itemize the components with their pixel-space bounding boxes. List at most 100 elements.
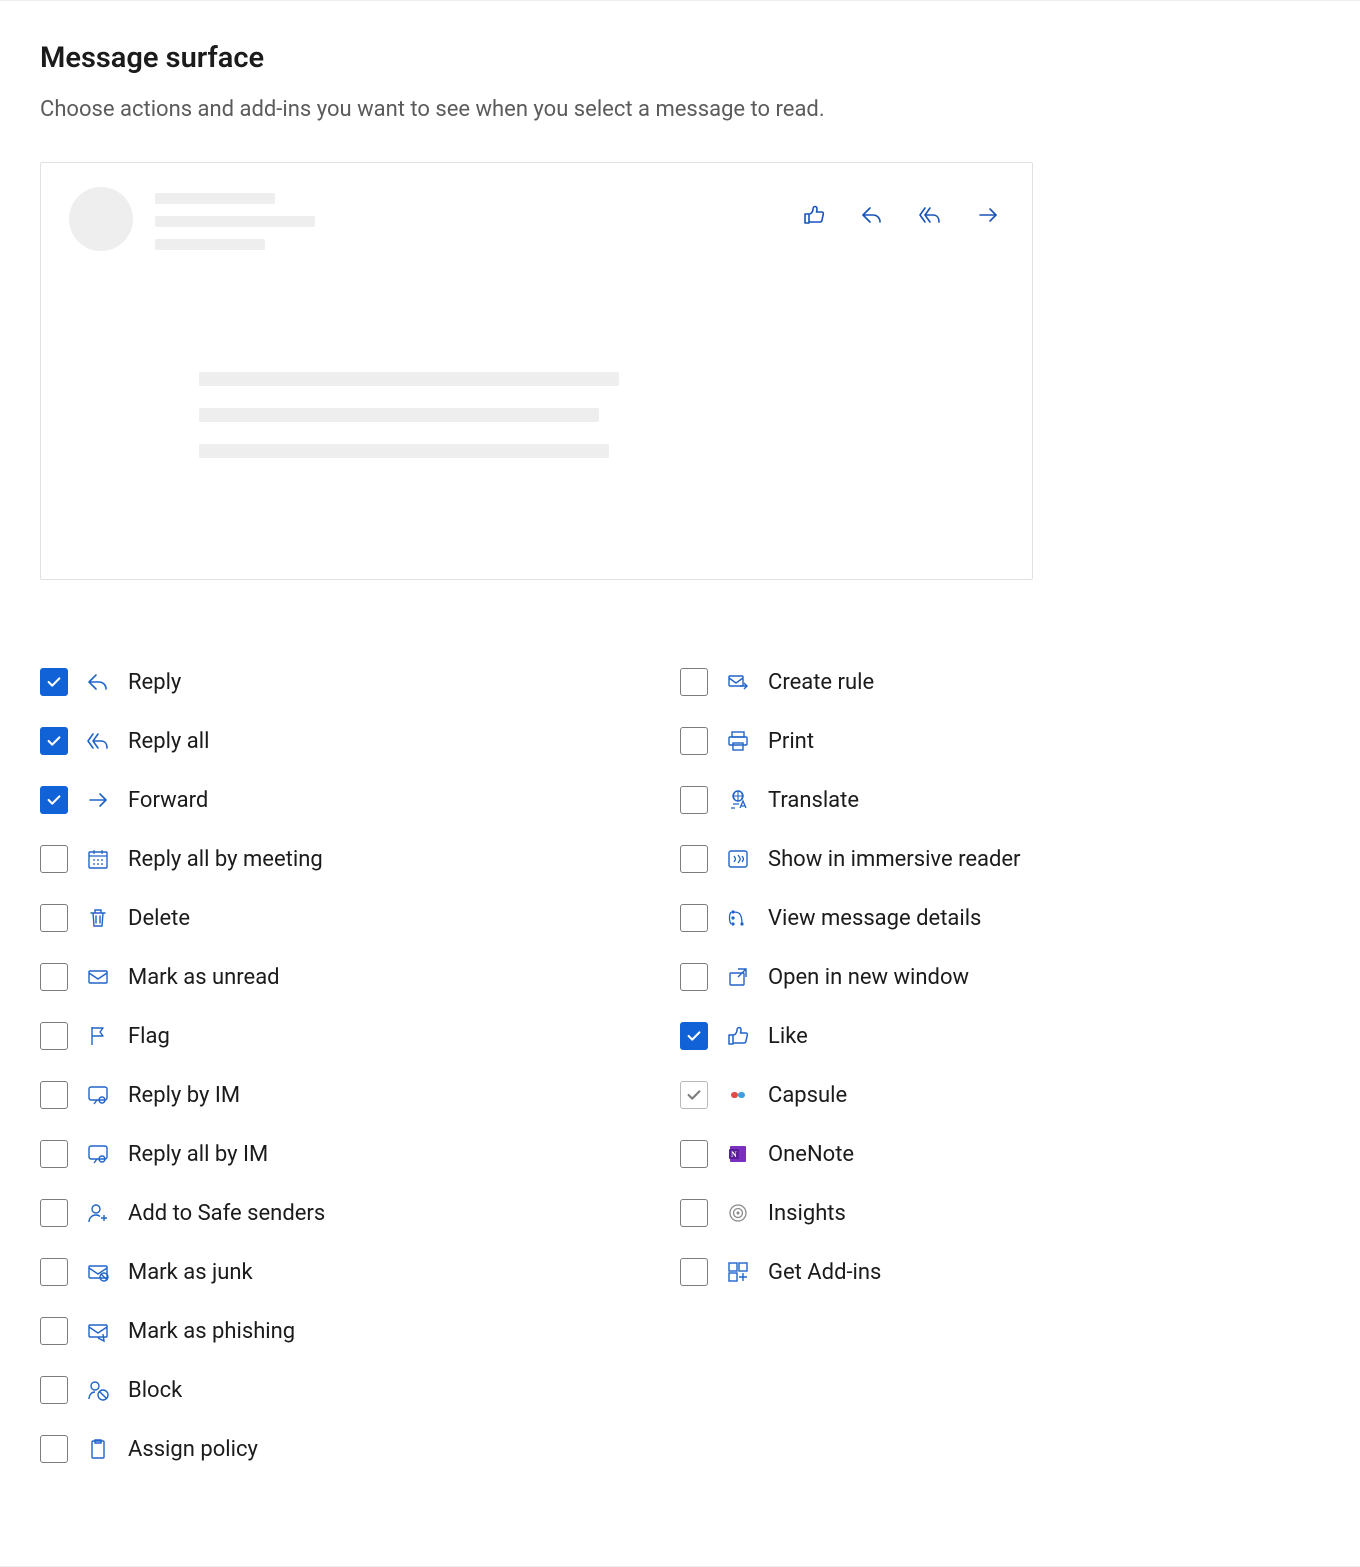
action-reply-im: Reply by IM — [40, 1073, 680, 1117]
checkbox-assign-policy[interactable] — [40, 1435, 68, 1463]
reply-all-icon — [918, 203, 942, 231]
label: Show in immersive reader — [768, 847, 1020, 872]
label: OneNote — [768, 1142, 854, 1167]
checkbox-capsule[interactable] — [680, 1081, 708, 1109]
label: Flag — [128, 1024, 170, 1049]
label: Like — [768, 1024, 808, 1049]
details-icon — [724, 904, 752, 932]
header-lines — [155, 193, 315, 262]
rule-icon — [724, 668, 752, 696]
checkbox-translate[interactable] — [680, 786, 708, 814]
checkbox-mark-unread[interactable] — [40, 963, 68, 991]
action-safe-senders: Add to Safe senders — [40, 1191, 680, 1235]
onenote-icon — [724, 1140, 752, 1168]
action-immersive-reader: Show in immersive reader — [680, 837, 1320, 881]
action-print: Print — [680, 719, 1320, 763]
checkbox-block[interactable] — [40, 1376, 68, 1404]
insights-icon — [724, 1199, 752, 1227]
checkbox-safe-senders[interactable] — [40, 1199, 68, 1227]
label: View message details — [768, 906, 981, 931]
checkbox-reply-all-meeting[interactable] — [40, 845, 68, 873]
label: Mark as phishing — [128, 1319, 295, 1344]
action-mark-junk: Mark as junk — [40, 1250, 680, 1294]
action-flag: Flag — [40, 1014, 680, 1058]
label: Mark as unread — [128, 965, 280, 990]
checkbox-mark-phishing[interactable] — [40, 1317, 68, 1345]
junk-icon — [84, 1258, 112, 1286]
action-like: Like — [680, 1014, 1320, 1058]
block-icon — [84, 1376, 112, 1404]
addins-icon — [724, 1258, 752, 1286]
checkbox-delete[interactable] — [40, 904, 68, 932]
checkbox-reply-im[interactable] — [40, 1081, 68, 1109]
capsule-icon — [724, 1081, 752, 1109]
checkbox-print[interactable] — [680, 727, 708, 755]
checkbox-mark-junk[interactable] — [40, 1258, 68, 1286]
phishing-icon — [84, 1317, 112, 1345]
message-preview-card — [40, 162, 1033, 580]
right-column: Create rule Print Translate Show in imme… — [680, 660, 1320, 1486]
label: Mark as junk — [128, 1260, 253, 1285]
reply-icon — [84, 668, 112, 696]
action-mark-unread: Mark as unread — [40, 955, 680, 999]
body-lines — [199, 372, 1004, 458]
label: Create rule — [768, 670, 874, 695]
checkbox-reply-all[interactable] — [40, 727, 68, 755]
action-insights: Insights — [680, 1191, 1320, 1235]
label: Get Add-ins — [768, 1260, 881, 1285]
forward-icon — [84, 786, 112, 814]
label: Forward — [128, 788, 208, 813]
label: Translate — [768, 788, 859, 813]
reader-icon — [724, 845, 752, 873]
action-delete: Delete — [40, 896, 680, 940]
person-plus-icon — [84, 1199, 112, 1227]
label: Block — [128, 1378, 182, 1403]
checkbox-flag[interactable] — [40, 1022, 68, 1050]
flag-icon — [84, 1022, 112, 1050]
section-description: Choose actions and add-ins you want to s… — [40, 97, 1320, 122]
section-heading: Message surface — [40, 41, 1320, 75]
checkbox-create-rule[interactable] — [680, 668, 708, 696]
action-assign-policy: Assign policy — [40, 1427, 680, 1471]
action-onenote: OneNote — [680, 1132, 1320, 1176]
action-reply-all-im: Reply all by IM — [40, 1132, 680, 1176]
action-create-rule: Create rule — [680, 660, 1320, 704]
mail-icon — [84, 963, 112, 991]
action-forward: Forward — [40, 778, 680, 822]
label: Open in new window — [768, 965, 969, 990]
label: Reply all by meeting — [128, 847, 323, 872]
avatar-placeholder — [69, 187, 133, 251]
action-reply: Reply — [40, 660, 680, 704]
action-get-addins: Get Add-ins — [680, 1250, 1320, 1294]
like-icon — [802, 203, 826, 231]
new-window-icon — [724, 963, 752, 991]
checkbox-onenote[interactable] — [680, 1140, 708, 1168]
im-icon — [84, 1081, 112, 1109]
checkbox-insights[interactable] — [680, 1199, 708, 1227]
checkbox-immersive-reader[interactable] — [680, 845, 708, 873]
checkbox-message-details[interactable] — [680, 904, 708, 932]
label: Reply by IM — [128, 1083, 240, 1108]
action-reply-all: Reply all — [40, 719, 680, 763]
reply-all-icon — [84, 727, 112, 755]
label: Capsule — [768, 1083, 847, 1108]
delete-icon — [84, 904, 112, 932]
action-capsule: Capsule — [680, 1073, 1320, 1117]
im-icon — [84, 1140, 112, 1168]
label: Reply all by IM — [128, 1142, 268, 1167]
forward-icon — [976, 203, 1000, 231]
label: Reply — [128, 670, 181, 695]
label: Delete — [128, 906, 190, 931]
checkbox-forward[interactable] — [40, 786, 68, 814]
action-block: Block — [40, 1368, 680, 1412]
clipboard-icon — [84, 1435, 112, 1463]
checkbox-reply-all-im[interactable] — [40, 1140, 68, 1168]
action-message-details: View message details — [680, 896, 1320, 940]
action-mark-phishing: Mark as phishing — [40, 1309, 680, 1353]
label: Reply all — [128, 729, 209, 754]
checkbox-get-addins[interactable] — [680, 1258, 708, 1286]
left-column: Reply Reply all Forward Reply all by mee… — [40, 660, 680, 1486]
checkbox-like[interactable] — [680, 1022, 708, 1050]
checkbox-new-window[interactable] — [680, 963, 708, 991]
checkbox-reply[interactable] — [40, 668, 68, 696]
